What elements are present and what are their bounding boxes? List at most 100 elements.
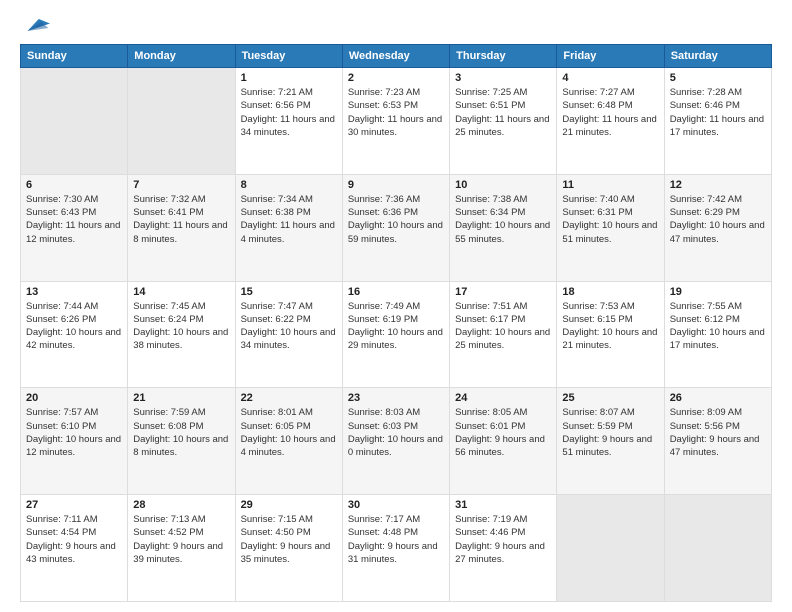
day-info: Sunrise: 7:47 AMSunset: 6:22 PMDaylight:…	[241, 300, 337, 353]
weekday-header-tuesday: Tuesday	[235, 45, 342, 68]
calendar-cell	[664, 495, 771, 602]
day-info: Sunrise: 8:01 AMSunset: 6:05 PMDaylight:…	[241, 406, 337, 459]
day-number: 26	[670, 392, 766, 404]
calendar-cell: 27 Sunrise: 7:11 AMSunset: 4:54 PMDayligh…	[21, 495, 128, 602]
day-number: 14	[133, 286, 229, 298]
day-info: Sunrise: 7:49 AMSunset: 6:19 PMDaylight:…	[348, 300, 444, 353]
day-number: 11	[562, 179, 658, 191]
day-number: 24	[455, 392, 551, 404]
day-number: 4	[562, 72, 658, 84]
day-number: 21	[133, 392, 229, 404]
day-info: Sunrise: 7:51 AMSunset: 6:17 PMDaylight:…	[455, 300, 551, 353]
calendar-cell: 26 Sunrise: 8:09 AMSunset: 5:56 PMDayligh…	[664, 388, 771, 495]
day-info: Sunrise: 8:03 AMSunset: 6:03 PMDaylight:…	[348, 406, 444, 459]
calendar-cell: 31Sunrise: 7:19 AMSunset: 4:46 PMDayligh…	[450, 495, 557, 602]
day-info: Sunrise: 7:44 AMSunset: 6:26 PMDaylight:…	[26, 300, 122, 353]
day-info: Sunrise: 7:11 AMSunset: 4:54 PMDaylight:…	[26, 513, 122, 566]
day-info: Sunrise: 7:42 AMSunset: 6:29 PMDaylight:…	[670, 193, 766, 246]
page: SundayMondayTuesdayWednesdayThursdayFrid…	[0, 0, 792, 612]
day-number: 17	[455, 286, 551, 298]
calendar-cell: 23 Sunrise: 8:03 AMSunset: 6:03 PMDayligh…	[342, 388, 449, 495]
calendar-cell: 2 Sunrise: 7:23 AMSunset: 6:53 PMDaylight…	[342, 68, 449, 175]
calendar-cell	[557, 495, 664, 602]
day-info: Sunrise: 7:21 AMSunset: 6:56 PMDaylight:…	[241, 86, 337, 139]
weekday-header-wednesday: Wednesday	[342, 45, 449, 68]
day-number: 18	[562, 286, 658, 298]
calendar-cell	[128, 68, 235, 175]
day-info: Sunrise: 7:15 AMSunset: 4:50 PMDaylight:…	[241, 513, 337, 566]
calendar-cell: 8 Sunrise: 7:34 AMSunset: 6:38 PMDaylight…	[235, 174, 342, 281]
calendar-cell: 28 Sunrise: 7:13 AMSunset: 4:52 PMDayligh…	[128, 495, 235, 602]
day-number: 9	[348, 179, 444, 191]
header	[20, 16, 772, 34]
calendar-cell: 29 Sunrise: 7:15 AMSunset: 4:50 PMDayligh…	[235, 495, 342, 602]
calendar-week-4: 20 Sunrise: 7:57 AMSunset: 6:10 PMDayligh…	[21, 388, 772, 495]
calendar-cell: 4 Sunrise: 7:27 AMSunset: 6:48 PMDaylight…	[557, 68, 664, 175]
calendar-week-3: 13 Sunrise: 7:44 AMSunset: 6:26 PMDayligh…	[21, 281, 772, 388]
day-number: 6	[26, 179, 122, 191]
day-info: Sunrise: 7:57 AMSunset: 6:10 PMDaylight:…	[26, 406, 122, 459]
day-number: 23	[348, 392, 444, 404]
calendar-cell: 5 Sunrise: 7:28 AMSunset: 6:46 PMDaylight…	[664, 68, 771, 175]
day-number: 10	[455, 179, 551, 191]
day-info: Sunrise: 7:28 AMSunset: 6:46 PMDaylight:…	[670, 86, 766, 139]
day-number: 2	[348, 72, 444, 84]
day-info: Sunrise: 7:38 AMSunset: 6:34 PMDaylight:…	[455, 193, 551, 246]
day-number: 12	[670, 179, 766, 191]
calendar-cell: 18 Sunrise: 7:53 AMSunset: 6:15 PMDayligh…	[557, 281, 664, 388]
weekday-header-friday: Friday	[557, 45, 664, 68]
weekday-header-saturday: Saturday	[664, 45, 771, 68]
day-info: Sunrise: 7:19 AMSunset: 4:46 PMDaylight:…	[455, 513, 551, 566]
day-number: 28	[133, 499, 229, 511]
logo	[20, 16, 58, 34]
logo-icon	[20, 16, 50, 34]
calendar-cell: 9 Sunrise: 7:36 AMSunset: 6:36 PMDaylight…	[342, 174, 449, 281]
calendar-cell: 10 Sunrise: 7:38 AMSunset: 6:34 PMDayligh…	[450, 174, 557, 281]
day-info: Sunrise: 7:40 AMSunset: 6:31 PMDaylight:…	[562, 193, 658, 246]
day-info: Sunrise: 7:53 AMSunset: 6:15 PMDaylight:…	[562, 300, 658, 353]
day-info: Sunrise: 7:13 AMSunset: 4:52 PMDaylight:…	[133, 513, 229, 566]
calendar-cell: 17 Sunrise: 7:51 AMSunset: 6:17 PMDayligh…	[450, 281, 557, 388]
day-number: 19	[670, 286, 766, 298]
day-number: 1	[241, 72, 337, 84]
calendar-cell: 22 Sunrise: 8:01 AMSunset: 6:05 PMDayligh…	[235, 388, 342, 495]
day-info: Sunrise: 8:09 AMSunset: 5:56 PMDaylight:…	[670, 406, 766, 459]
calendar-cell	[21, 68, 128, 175]
calendar-cell: 30 Sunrise: 7:17 AMSunset: 4:48 PMDayligh…	[342, 495, 449, 602]
day-info: Sunrise: 7:55 AMSunset: 6:12 PMDaylight:…	[670, 300, 766, 353]
day-number: 8	[241, 179, 337, 191]
day-info: Sunrise: 7:17 AMSunset: 4:48 PMDaylight:…	[348, 513, 444, 566]
day-info: Sunrise: 7:59 AMSunset: 6:08 PMDaylight:…	[133, 406, 229, 459]
day-number: 20	[26, 392, 122, 404]
day-info: Sunrise: 7:23 AMSunset: 6:53 PMDaylight:…	[348, 86, 444, 139]
day-info: Sunrise: 8:05 AMSunset: 6:01 PMDaylight:…	[455, 406, 551, 459]
day-number: 22	[241, 392, 337, 404]
day-number: 13	[26, 286, 122, 298]
day-number: 29	[241, 499, 337, 511]
calendar-cell: 3Sunrise: 7:25 AMSunset: 6:51 PMDaylight…	[450, 68, 557, 175]
calendar-cell: 7 Sunrise: 7:32 AMSunset: 6:41 PMDaylight…	[128, 174, 235, 281]
calendar-cell: 13 Sunrise: 7:44 AMSunset: 6:26 PMDayligh…	[21, 281, 128, 388]
day-info: Sunrise: 8:07 AMSunset: 5:59 PMDaylight:…	[562, 406, 658, 459]
calendar-cell: 24 Sunrise: 8:05 AMSunset: 6:01 PMDayligh…	[450, 388, 557, 495]
day-number: 27	[26, 499, 122, 511]
day-info: Sunrise: 7:27 AMSunset: 6:48 PMDaylight:…	[562, 86, 658, 139]
day-info: Sunrise: 7:34 AMSunset: 6:38 PMDaylight:…	[241, 193, 337, 246]
calendar-cell: 21 Sunrise: 7:59 AMSunset: 6:08 PMDayligh…	[128, 388, 235, 495]
day-number: 5	[670, 72, 766, 84]
weekday-header-monday: Monday	[128, 45, 235, 68]
weekday-header-thursday: Thursday	[450, 45, 557, 68]
day-info: Sunrise: 7:36 AMSunset: 6:36 PMDaylight:…	[348, 193, 444, 246]
day-number: 30	[348, 499, 444, 511]
day-number: 7	[133, 179, 229, 191]
calendar-week-2: 6Sunrise: 7:30 AMSunset: 6:43 PMDaylight…	[21, 174, 772, 281]
calendar-cell: 14 Sunrise: 7:45 AMSunset: 6:24 PMDayligh…	[128, 281, 235, 388]
calendar-week-5: 27 Sunrise: 7:11 AMSunset: 4:54 PMDayligh…	[21, 495, 772, 602]
day-info: Sunrise: 7:45 AMSunset: 6:24 PMDaylight:…	[133, 300, 229, 353]
calendar-cell: 20 Sunrise: 7:57 AMSunset: 6:10 PMDayligh…	[21, 388, 128, 495]
day-number: 25	[562, 392, 658, 404]
calendar-cell: 25 Sunrise: 8:07 AMSunset: 5:59 PMDayligh…	[557, 388, 664, 495]
day-info: Sunrise: 7:25 AMSunset: 6:51 PMDaylight:…	[455, 86, 551, 139]
day-info: Sunrise: 7:32 AMSunset: 6:41 PMDaylight:…	[133, 193, 229, 246]
calendar-week-1: 1 Sunrise: 7:21 AMSunset: 6:56 PMDaylight…	[21, 68, 772, 175]
